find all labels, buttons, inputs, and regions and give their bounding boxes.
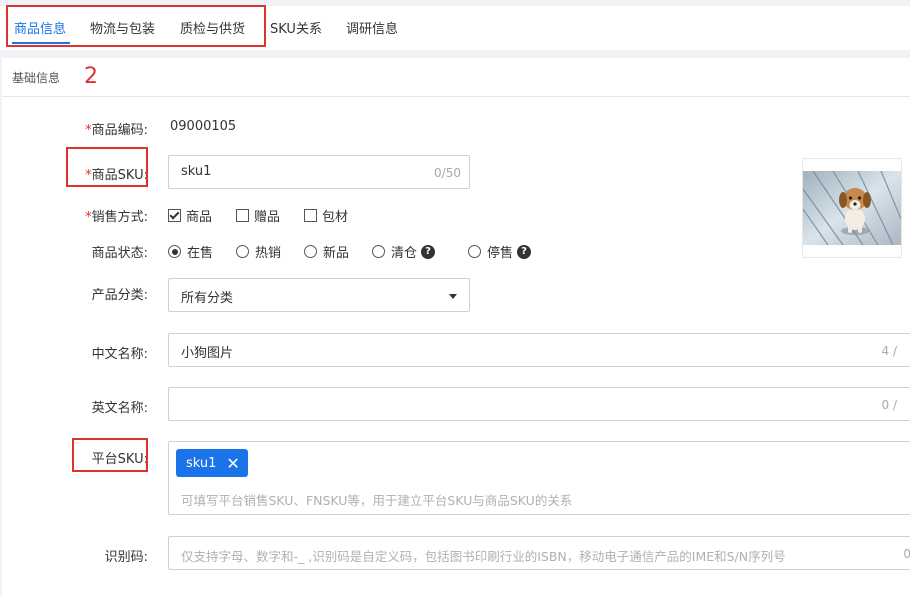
product-sku-counter: 0/50 xyxy=(434,166,461,180)
sale-method-goods-checkbox[interactable]: 商品 xyxy=(168,206,212,225)
tab-product-info[interactable]: 商品信息 xyxy=(14,18,66,37)
category-select[interactable]: 所有分类 xyxy=(168,278,470,312)
identifier-counter: 0 xyxy=(903,547,910,561)
status-new-radio[interactable]: 新品 xyxy=(304,242,349,261)
product-sku-input[interactable]: sku1 0/50 xyxy=(168,155,470,189)
product-image-thumbnail[interactable] xyxy=(802,158,902,258)
puppy-photo xyxy=(802,170,902,246)
sale-method-label: *销售方式: xyxy=(85,210,148,225)
radio-circle xyxy=(304,245,317,258)
cn-name-input[interactable]: 小狗图片 4 / xyxy=(168,333,910,367)
product-code-value: 09000105 xyxy=(170,119,237,134)
cn-name-value: 小狗图片 xyxy=(181,346,234,361)
radio-circle xyxy=(168,245,181,258)
tab-sku-relation[interactable]: SKU关系 xyxy=(270,18,322,37)
status-clearance-radio[interactable]: 清仓? xyxy=(372,242,436,261)
section-title: 基础信息 xyxy=(12,71,61,85)
en-name-label: 英文名称: xyxy=(91,401,148,416)
status-discontinued-radio[interactable]: 停售? xyxy=(468,242,532,261)
help-icon[interactable]: ? xyxy=(421,244,436,259)
tab-bar: 商品信息 物流与包装 质检与供货 SKU关系 调研信息 xyxy=(0,0,910,50)
identifier-input[interactable]: 仅支持字母、数字和-_ ,识别码是自定义码，包括图书印刷行业的ISBN，移动电子… xyxy=(168,536,910,570)
cn-name-label: 中文名称: xyxy=(91,347,148,362)
sale-method-gift-checkbox[interactable]: 赠品 xyxy=(236,206,280,225)
basic-info-panel: 基础信息 2 *商品编码: 09000105 *商品SKU: sku1 0/50… xyxy=(2,58,910,596)
identifier-label: 识别码: xyxy=(104,550,148,565)
help-icon[interactable]: ? xyxy=(517,244,532,259)
active-tab-indicator xyxy=(12,42,70,44)
annotation-number: 2 xyxy=(84,64,98,89)
caret-down-icon xyxy=(449,294,457,299)
platform-sku-tag: sku1 ✕ xyxy=(176,449,248,477)
platform-sku-label: 平台SKU: xyxy=(91,452,148,467)
radio-circle xyxy=(468,245,481,258)
category-selected-value: 所有分类 xyxy=(181,291,234,306)
product-code-label: *商品编码: xyxy=(85,123,148,138)
identifier-placeholder: 仅支持字母、数字和-_ ,识别码是自定义码，包括图书印刷行业的ISBN，移动电子… xyxy=(181,549,786,564)
product-status-label: 商品状态: xyxy=(91,246,148,261)
tab-quality-supply[interactable]: 质检与供货 xyxy=(180,18,245,37)
product-sku-value: sku1 xyxy=(181,164,212,179)
tab-logistics-packaging[interactable]: 物流与包装 xyxy=(90,18,155,37)
checkbox-box xyxy=(168,209,181,222)
checkbox-box xyxy=(304,209,317,222)
en-name-input[interactable]: 0 / xyxy=(168,387,910,421)
panel-header: 基础信息 2 xyxy=(2,58,910,97)
product-sku-label: *商品SKU: xyxy=(85,168,148,183)
radio-circle xyxy=(372,245,385,258)
status-hot-radio[interactable]: 热销 xyxy=(236,242,281,261)
platform-sku-tag-input[interactable]: sku1 ✕ 可填写平台销售SKU、FNSKU等，用于建立平台SKU与商品SKU… xyxy=(168,441,910,515)
close-icon[interactable]: ✕ xyxy=(226,454,239,473)
radio-circle xyxy=(236,245,249,258)
category-label: 产品分类: xyxy=(91,288,148,303)
sale-method-packaging-checkbox[interactable]: 包材 xyxy=(304,206,348,225)
tab-research-info[interactable]: 调研信息 xyxy=(346,18,398,37)
platform-sku-placeholder: 可填写平台销售SKU、FNSKU等，用于建立平台SKU与商品SKU的关系 xyxy=(181,493,573,508)
en-name-counter: 0 / xyxy=(881,398,898,412)
status-on-sale-radio[interactable]: 在售 xyxy=(168,242,213,261)
checkbox-box xyxy=(236,209,249,222)
cn-name-counter: 4 / xyxy=(881,344,898,358)
